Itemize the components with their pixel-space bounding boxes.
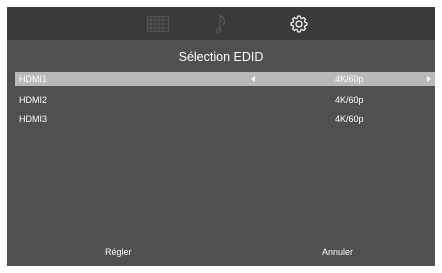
row-label: HDMI2 (19, 95, 48, 105)
cancel-button[interactable]: Annuler (322, 246, 353, 258)
edid-row-hdmi2[interactable]: HDMI2 4K/60p (15, 93, 435, 107)
picture-grid-icon[interactable] (145, 7, 171, 40)
row-label: HDMI3 (19, 114, 48, 124)
edid-row-hdmi1[interactable]: HDMI1 4K/60p (15, 72, 435, 86)
page-title: Sélection EDID (178, 50, 264, 64)
settings-gear-icon[interactable] (288, 7, 310, 40)
row-label: HDMI1 (19, 74, 48, 84)
row-value: 4K/60p (335, 95, 364, 105)
arrow-left-icon[interactable] (251, 76, 255, 82)
osd-menu-screen: Sélection EDID HDMI1 4K/60p HDMI2 4K/60p… (7, 7, 435, 266)
top-menu-bar (7, 7, 435, 40)
edid-row-hdmi3[interactable]: HDMI3 4K/60p (15, 112, 435, 126)
arrow-right-icon[interactable] (427, 76, 431, 82)
set-button[interactable]: Régler (105, 246, 132, 258)
music-note-icon[interactable] (212, 7, 232, 40)
row-value: 4K/60p (335, 74, 364, 84)
row-value: 4K/60p (335, 114, 364, 124)
